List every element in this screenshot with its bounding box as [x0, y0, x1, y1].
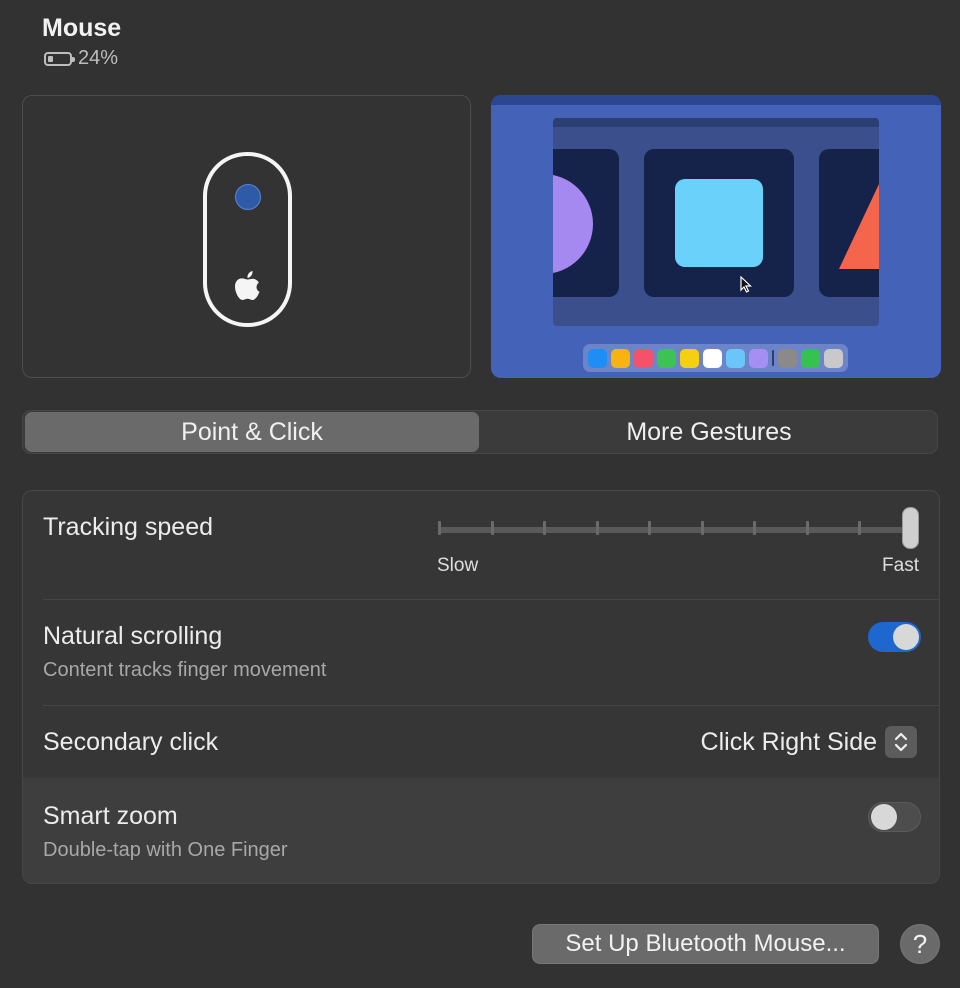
secondary-click-value: Click Right Side: [700, 727, 877, 756]
page-title: Mouse: [42, 14, 122, 42]
dock-app-icon: [634, 348, 653, 368]
up-down-chevron-icon: [885, 726, 917, 758]
secondary-click-row: Secondary click Click Right Side: [23, 706, 939, 778]
smart-zoom-row: Smart zoom Double-tap with One Finger: [23, 778, 939, 883]
space-thumbnail-center: [644, 149, 794, 297]
slider-max-label: Fast: [882, 555, 919, 576]
mouse-settings-page: Mouse 24% Point & Click More Gestures Tr…: [0, 0, 960, 988]
slider-tick: [438, 521, 441, 535]
mouse-preview-panel: [22, 95, 471, 378]
dock: [583, 344, 848, 372]
tab-more-gestures[interactable]: More Gestures: [481, 412, 937, 452]
magic-mouse-icon: [203, 152, 292, 327]
space-thumbnail-left: [553, 149, 619, 297]
slider-tick: [858, 521, 862, 535]
pointer-cursor-icon: [740, 276, 752, 293]
square-shape: [675, 179, 763, 267]
natural-scrolling-label: Natural scrolling: [43, 622, 223, 650]
battery-icon: [44, 51, 75, 66]
dock-separator: [772, 350, 774, 366]
touch-indicator-dot: [235, 184, 261, 210]
space-thumbnail-right: [819, 149, 879, 297]
dock-app-icon: [680, 348, 699, 368]
secondary-click-popup[interactable]: Click Right Side: [701, 726, 917, 758]
tab-point-and-click[interactable]: Point & Click: [25, 412, 479, 452]
tracking-speed-row: Tracking speed Slow Fast: [23, 491, 939, 599]
battery-percentage: 24%: [78, 47, 119, 69]
slider-tick: [805, 521, 809, 535]
dock-app-icon: [703, 348, 722, 368]
slider-tick: [700, 521, 704, 535]
help-button[interactable]: ?: [900, 924, 940, 964]
natural-scrolling-toggle[interactable]: [868, 622, 921, 652]
natural-scrolling-row: Natural scrolling Content tracks finger …: [23, 600, 939, 705]
slider-tick: [543, 521, 547, 535]
tracking-speed-slider[interactable]: [438, 527, 914, 533]
dock-app-icon: [657, 348, 676, 368]
dock-app-icon: [749, 348, 768, 368]
settings-list: Tracking speed Slow Fast Natural scrolli…: [22, 490, 940, 884]
slider-tick: [648, 521, 652, 535]
dock-app-icon: [824, 348, 843, 368]
natural-scrolling-description: Content tracks finger movement: [43, 659, 327, 681]
spaces-bar: [553, 118, 879, 326]
slider-tick: [595, 521, 599, 535]
slider-thumb[interactable]: [902, 507, 919, 549]
smart-zoom-description: Double-tap with One Finger: [43, 839, 288, 861]
menu-bar: [491, 95, 941, 105]
battery-status: 24%: [44, 47, 118, 70]
dock-app-icon: [778, 348, 797, 368]
battery-level-fill: [48, 55, 53, 62]
slider-min-label: Slow: [437, 555, 479, 576]
secondary-click-label: Secondary click: [43, 728, 219, 756]
tab-selector: Point & Click More Gestures: [22, 410, 938, 454]
triangle-shape: [839, 184, 879, 269]
apple-logo-icon: [235, 271, 260, 300]
slider-tick: [490, 521, 494, 535]
smart-zoom-toggle[interactable]: [868, 802, 921, 832]
set-up-bluetooth-mouse-button[interactable]: Set Up Bluetooth Mouse...: [532, 924, 879, 964]
circle-shape: [553, 174, 593, 274]
smart-zoom-label: Smart zoom: [43, 802, 178, 830]
slider-tick: [753, 521, 757, 535]
dock-app-icon: [726, 348, 745, 368]
mission-control-preview: [491, 95, 941, 378]
tracking-speed-label: Tracking speed: [43, 513, 213, 541]
dock-app-icon: [588, 348, 607, 368]
dock-app-icon: [611, 348, 630, 368]
dock-app-icon: [801, 348, 820, 368]
